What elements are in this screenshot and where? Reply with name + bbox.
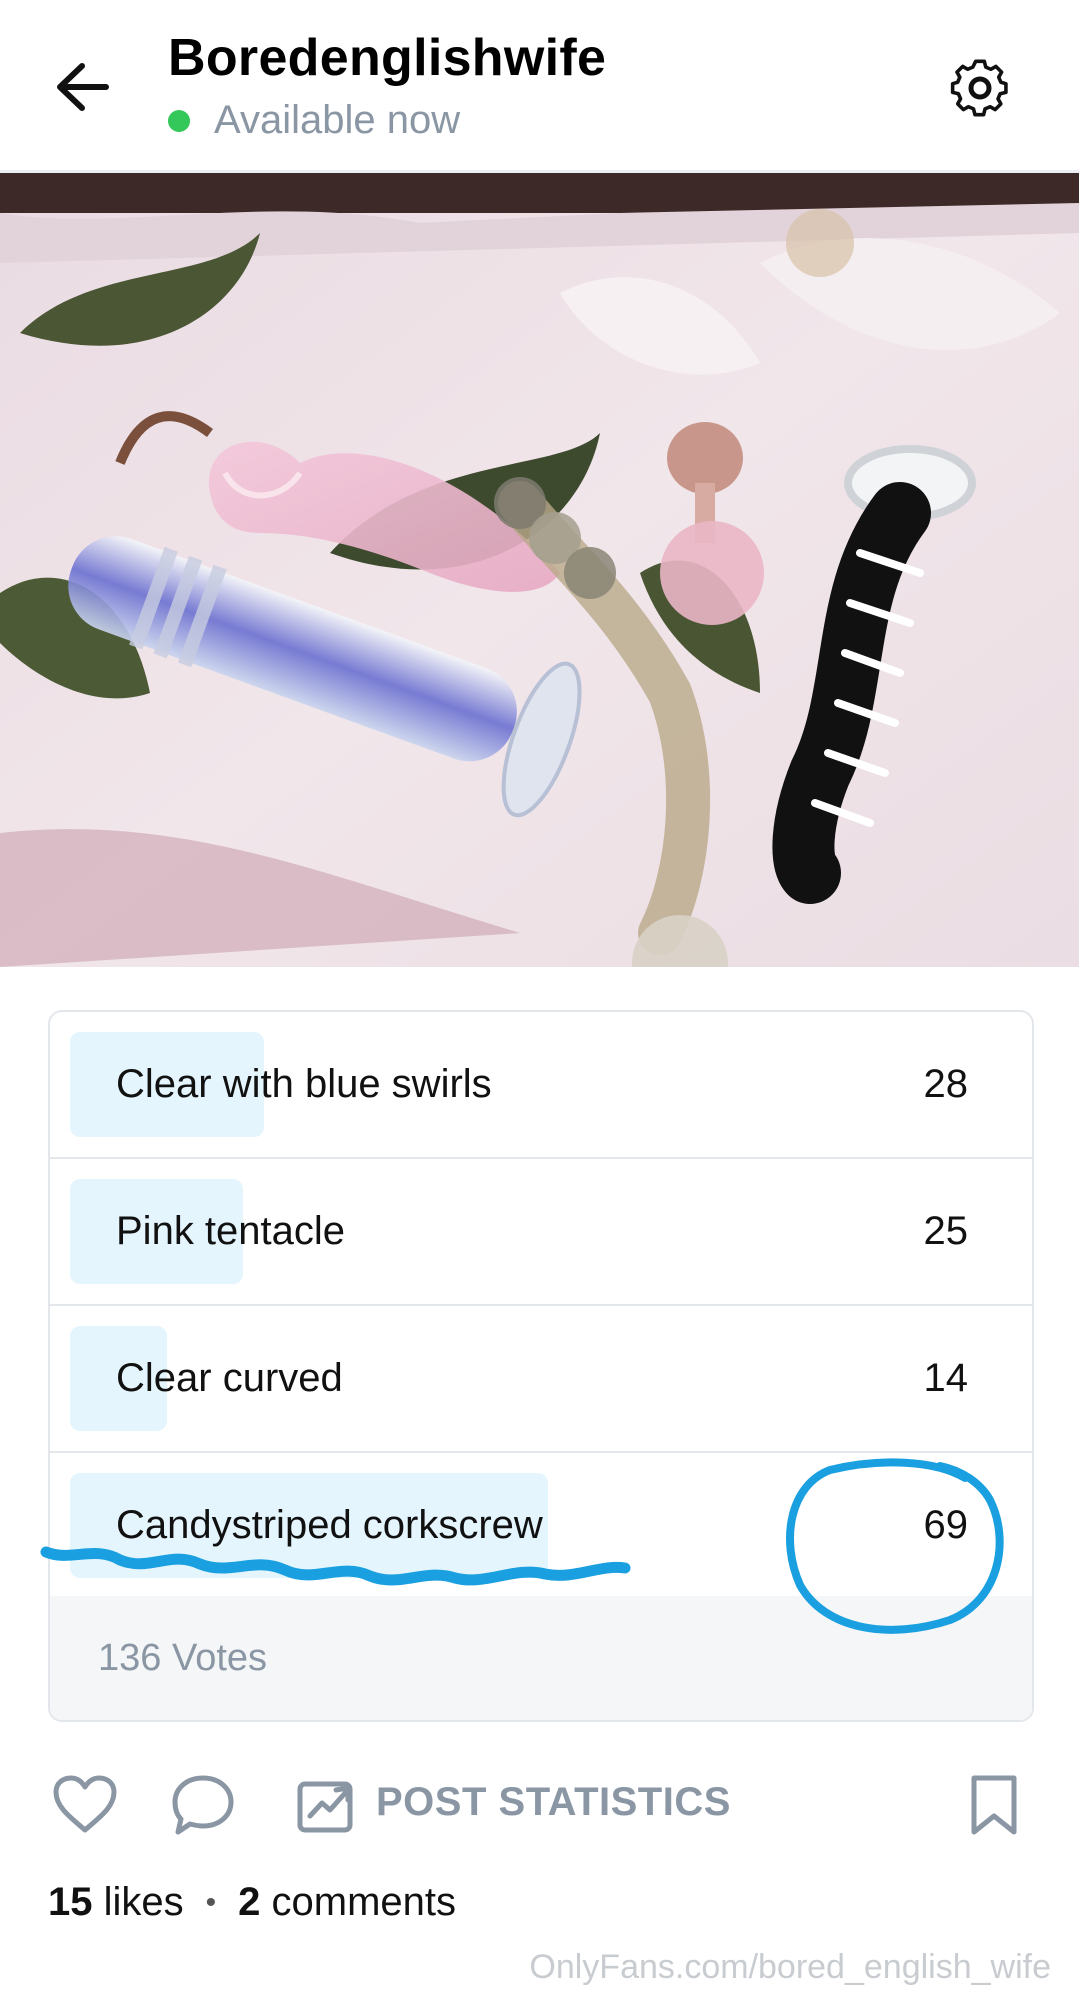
post-statistics-button[interactable] (292, 1770, 362, 1840)
bookmark-icon (971, 1775, 1017, 1835)
poll-option-label: Candystriped corkscrew (116, 1503, 543, 1547)
status-text: Available now (214, 98, 461, 142)
poll-total-votes: 136 Votes (98, 1637, 268, 1679)
gear-icon (950, 59, 1008, 117)
post-image-graphic (0, 173, 1079, 967)
settings-button[interactable] (944, 52, 1016, 124)
poll-option-count: 28 (923, 1062, 969, 1106)
arrow-left-icon (57, 63, 109, 111)
bookmark-button[interactable] (960, 1770, 1030, 1840)
likes-count[interactable]: 15 (48, 1880, 93, 1925)
poll-option-label: Pink tentacle (116, 1209, 346, 1253)
watermark-text: OnlyFans.com/bored_english_wife (529, 1948, 1051, 1986)
post-statistics-label[interactable]: POST STATISTICS (376, 1780, 731, 1825)
poll-option-count: 25 (923, 1209, 969, 1253)
post-actions-bar: POST STATISTICS (0, 1770, 1079, 1840)
poll-option-label: Clear curved (116, 1356, 343, 1400)
chart-icon (297, 1781, 353, 1833)
online-dot (168, 109, 190, 132)
comments-count[interactable]: 2 (238, 1880, 260, 1925)
comments-word[interactable]: comments (272, 1880, 457, 1925)
back-button[interactable] (48, 52, 118, 122)
heart-icon (53, 1775, 117, 1833)
comment-button[interactable] (168, 1770, 238, 1840)
like-button[interactable] (50, 1770, 120, 1840)
profile-name[interactable]: Boredenglishwife (168, 28, 606, 88)
availability-status: Available now (168, 98, 460, 143)
poll-option-count: 14 (923, 1356, 969, 1400)
poll-option[interactable]: Pink tentacle 25 (50, 1159, 1032, 1306)
poll-footer: 136 Votes (50, 1596, 1032, 1720)
post-image[interactable] (0, 173, 1079, 967)
poll-option[interactable]: Candystriped corkscrew 69 (50, 1453, 1032, 1600)
poll-option[interactable]: Clear curved 14 (50, 1306, 1032, 1453)
likes-word[interactable]: likes (104, 1880, 184, 1925)
top-bar: Boredenglishwife Available now (0, 0, 1079, 173)
separator-dot: • (205, 1885, 217, 1919)
poll-card: Clear with blue swirls 28 Pink tentacle … (48, 1010, 1034, 1722)
poll-option-count: 69 (923, 1503, 969, 1547)
poll-option[interactable]: Clear with blue swirls 28 (50, 1012, 1032, 1159)
poll-option-label: Clear with blue swirls (116, 1062, 492, 1106)
post-engagement: 15 likes • 2 comments (48, 1880, 456, 1925)
comment-icon (172, 1775, 234, 1835)
